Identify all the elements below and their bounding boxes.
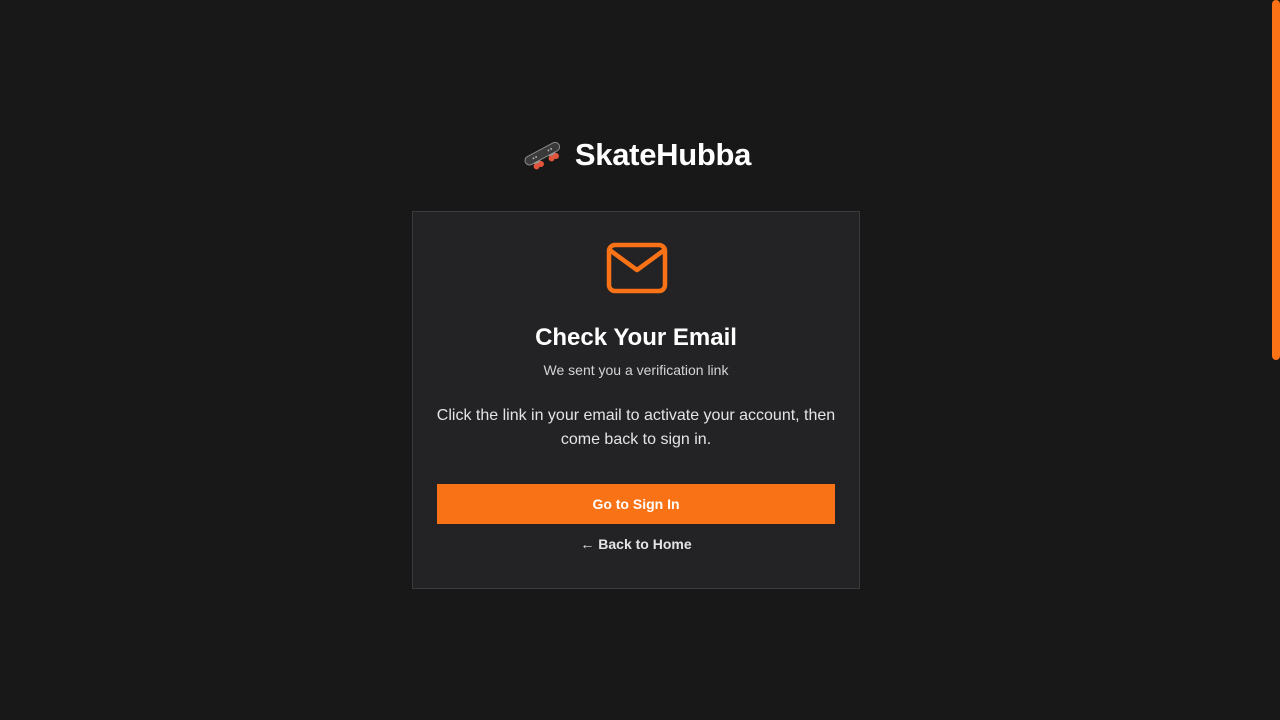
verify-email-page: SkateHubba Check Your Email We sent you … [0,0,1280,720]
skateboard-icon [521,138,565,172]
card-title: Check Your Email [535,324,737,351]
verification-card: Check Your Email We sent you a verificat… [412,211,860,589]
scrollbar[interactable] [1272,0,1280,720]
card-subtitle: We sent you a verification link [543,362,729,378]
go-to-sign-in-button[interactable]: Go to Sign In [437,484,835,524]
mail-icon [606,242,668,294]
scrollbar-thumb[interactable] [1272,0,1280,360]
brand-name: SkateHubba [574,137,752,172]
back-to-home-link[interactable]: ← Back to Home [413,534,859,554]
brand-header: SkateHubba [0,136,1272,174]
instructions-text: Click the link in your email to activate… [436,407,836,448]
